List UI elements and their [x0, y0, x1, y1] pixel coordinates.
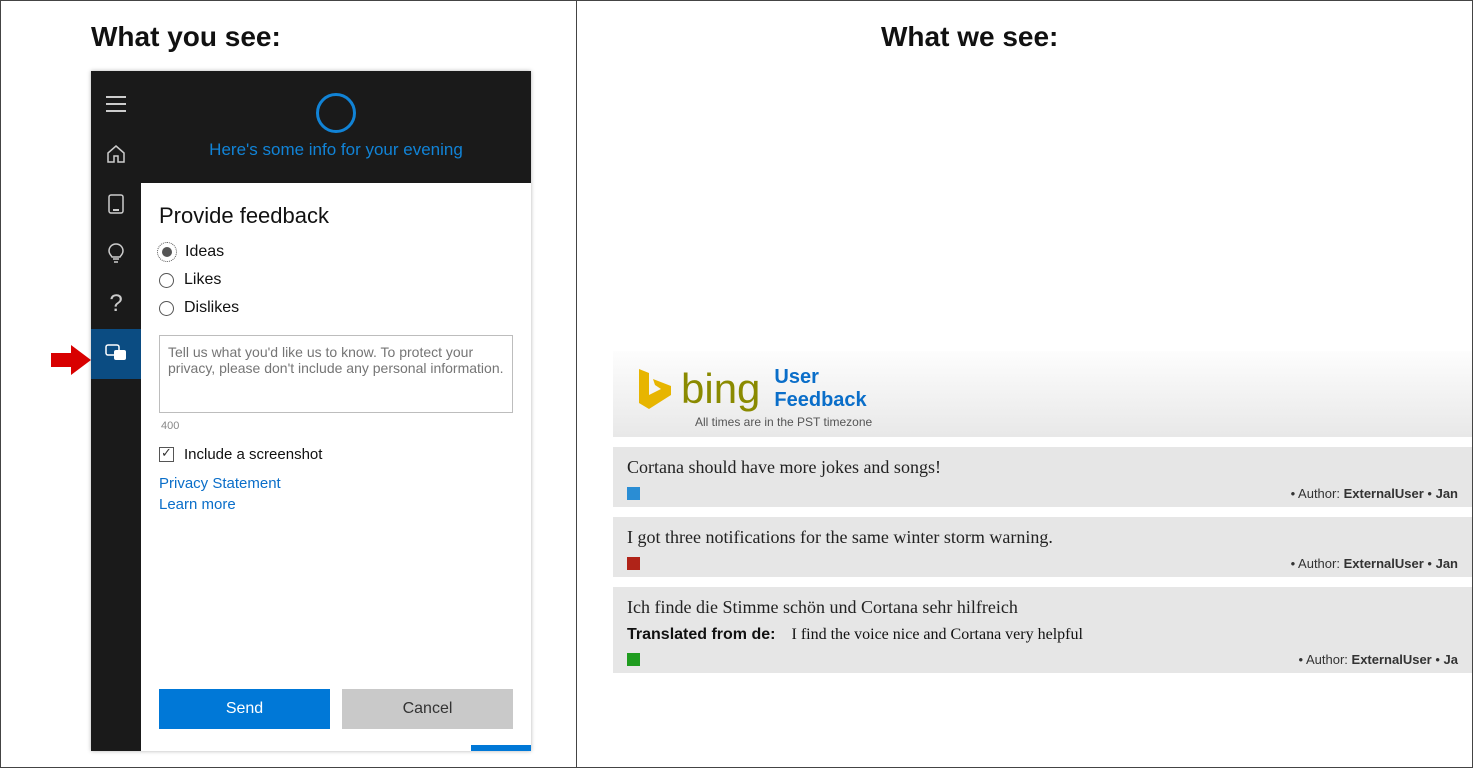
cortana-window: ? Here's some info for your evening Prov… [91, 71, 531, 751]
home-icon[interactable] [91, 129, 141, 179]
likes-radio-icon [159, 273, 174, 288]
feedback-item: Ich finde die Stimme schön und Cortana s… [613, 587, 1472, 673]
feedback-icon[interactable] [91, 329, 141, 379]
privacy-link[interactable]: Privacy Statement [159, 475, 513, 492]
cortana-sidebar: ? [91, 71, 141, 751]
vertical-divider [576, 1, 577, 767]
feedback-item-text: I got three notifications for the same w… [627, 527, 1458, 548]
color-swatch-icon [627, 653, 640, 666]
radio-dislikes-label: Dislikes [184, 299, 239, 317]
red-arrow-icon [51, 345, 91, 375]
radio-ideas[interactable]: Ideas [159, 243, 513, 261]
dislikes-radio-icon [159, 301, 174, 316]
bing-wordmark: bing [681, 365, 760, 413]
feedback-item-meta: • Author: ExternalUser • Jan [1291, 486, 1458, 501]
char-count: 400 [161, 420, 513, 432]
screenshot-checkbox[interactable] [159, 447, 174, 462]
feedback-item-meta: • Author: ExternalUser • Ja [1299, 652, 1458, 667]
cortana-greeting: Here's some info for your evening [179, 139, 493, 161]
screenshot-label: Include a screenshot [184, 446, 322, 463]
feedback-item: I got three notifications for the same w… [613, 517, 1472, 577]
feedback-item: Cortana should have more jokes and songs… [613, 447, 1472, 507]
feedback-item-meta: • Author: ExternalUser • Jan [1291, 556, 1458, 571]
send-button[interactable]: Send [159, 689, 330, 729]
feedback-item-text: Cortana should have more jokes and songs… [627, 457, 1458, 478]
feedback-item-translated: Translated from de: I find the voice nic… [627, 626, 1458, 644]
radio-likes-label: Likes [184, 271, 221, 289]
screenshot-checkbox-row[interactable]: Include a screenshot [159, 446, 513, 463]
radio-dislikes[interactable]: Dislikes [159, 299, 513, 317]
radio-ideas-label: Ideas [185, 243, 224, 261]
cancel-button[interactable]: Cancel [342, 689, 513, 729]
ideas-radio-icon [159, 244, 175, 260]
cortana-header: Here's some info for your evening [141, 71, 531, 183]
bing-header: bing User Feedback All times are in the … [613, 351, 1472, 437]
help-icon[interactable]: ? [91, 279, 141, 329]
timezone-note: All times are in the PST timezone [695, 415, 1452, 429]
button-row: Send Cancel [159, 689, 513, 729]
feedback-item-text: Ich finde die Stimme schön und Cortana s… [627, 597, 1458, 618]
color-swatch-icon [627, 557, 640, 570]
bing-subtitle: User Feedback [774, 366, 866, 412]
bulb-icon[interactable] [91, 229, 141, 279]
feedback-textarea[interactable] [159, 335, 513, 413]
radio-likes[interactable]: Likes [159, 271, 513, 289]
bing-logo-icon [633, 365, 675, 413]
feedback-panel: Provide feedback Ideas Likes Dislikes 40… [141, 183, 531, 751]
learn-more-link[interactable]: Learn more [159, 496, 513, 513]
color-swatch-icon [627, 487, 640, 500]
left-heading: What you see: [91, 21, 281, 53]
menu-icon[interactable] [91, 79, 141, 129]
bottom-accent-bar [471, 745, 531, 751]
feedback-title: Provide feedback [159, 203, 513, 229]
bing-feedback-panel: bing User Feedback All times are in the … [613, 351, 1472, 766]
cortana-ring-icon [316, 93, 356, 133]
notebook-icon[interactable] [91, 179, 141, 229]
right-heading: What we see: [881, 21, 1058, 53]
